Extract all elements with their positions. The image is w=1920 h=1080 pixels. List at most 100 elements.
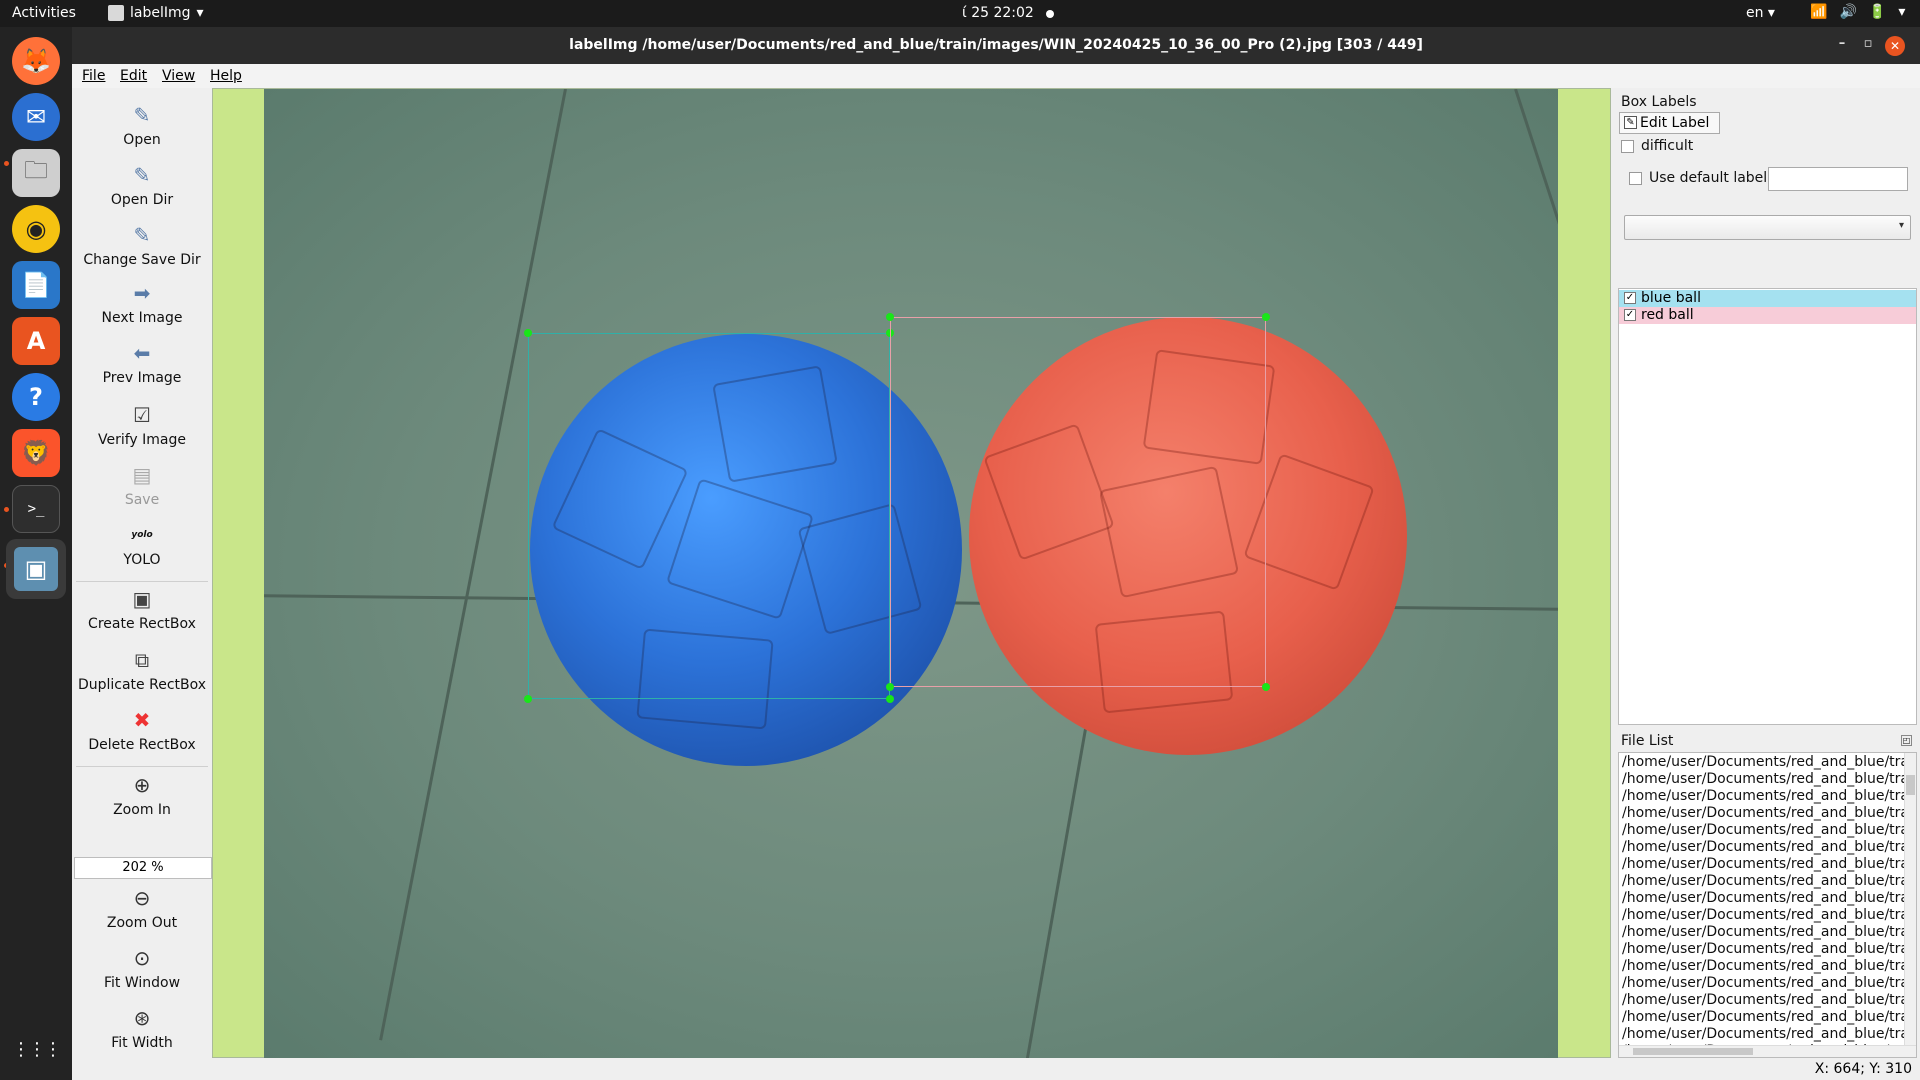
menu-file[interactable]: File [82,68,105,84]
zoom-out-button[interactable]: ⊖ Zoom Out [72,885,212,931]
bbox-red-ball[interactable] [890,317,1266,687]
float-dock-icon[interactable]: ◰ [1901,735,1912,746]
file-list-item[interactable]: /home/user/Documents/red_and_blue/trai [1622,805,1912,822]
title-bar[interactable]: labelImg /home/user/Documents/red_and_bl… [72,27,1920,64]
file-list-item[interactable]: /home/user/Documents/red_and_blue/trai [1622,941,1912,958]
delete-rectbox-button[interactable]: ✖ Delete RectBox [72,707,212,753]
image-canvas[interactable] [212,88,1611,1058]
app-menu[interactable]: labelImg ▾ [108,5,204,21]
close-icon[interactable]: ✕ [1885,36,1905,56]
folder-open-icon: ✎ [133,223,151,247]
file-list[interactable]: /home/user/Documents/red_and_blue/trai/h… [1618,752,1917,1058]
file-list-item[interactable]: /home/user/Documents/red_and_blue/trai [1622,975,1912,992]
terminal-icon[interactable]: >_ [12,485,60,533]
horizontal-scrollbar[interactable] [1619,1045,1916,1057]
file-list-item[interactable]: /home/user/Documents/red_and_blue/trai [1622,1026,1912,1043]
zoom-spinbox[interactable]: 202 % [74,857,212,879]
rhythmbox-icon[interactable]: ◉ [12,205,60,253]
menu-help[interactable]: Help [210,68,242,84]
menu-view[interactable]: View [162,68,195,84]
fit-width-button[interactable]: ⊛ Fit Width [72,1005,212,1051]
window-title: labelImg /home/user/Documents/red_and_bl… [569,37,1423,53]
show-apps-grid-icon[interactable]: ⋮⋮⋮ [12,1025,62,1073]
file-list-item[interactable]: /home/user/Documents/red_and_blue/trai [1622,788,1912,805]
label-list[interactable]: ✓ blue ball ✓ red ball [1618,288,1917,725]
change-save-dir-button[interactable]: ✎ Change Save Dir [72,222,212,268]
format-yolo-button[interactable]: yolo YOLO [72,522,212,568]
fit-window-icon: ⊙ [133,946,151,970]
zoom-in-icon: ⊕ [133,773,151,797]
open-button[interactable]: ✎ Open [72,102,212,148]
software-icon[interactable]: A [12,317,60,365]
minimize-icon[interactable]: – [1832,36,1852,56]
bbox-handle[interactable] [524,329,532,337]
vertical-scrollbar[interactable] [1904,753,1916,1045]
scrollbar-thumb[interactable] [1906,775,1915,795]
label-combobox[interactable]: ▾ [1624,215,1911,240]
floor-tile-seam [1024,728,1087,1058]
chevron-down-icon: ▾ [1898,220,1904,231]
bbox-handle[interactable] [524,695,532,703]
labelimg-app-icon [108,5,124,21]
system-tray[interactable]: 📶 🔊 🔋 ▾ [1810,4,1905,20]
firefox-icon[interactable]: 🦊 [12,37,60,85]
file-list-item[interactable]: /home/user/Documents/red_and_blue/trai [1622,1009,1912,1026]
open-dir-button[interactable]: ✎ Open Dir [72,162,212,208]
zoom-in-button[interactable]: ⊕ Zoom In [72,772,212,818]
edit-label-button[interactable]: ✎ Edit Label [1619,112,1720,134]
file-list-item[interactable]: /home/user/Documents/red_and_blue/trai [1622,839,1912,856]
checkbox-checked-icon[interactable]: ✓ [1624,292,1636,304]
gnome-top-bar: Activities labelImg ▾ ί 25 22:02 en ▾ 📶 … [0,0,1920,27]
box-labels-title: Box Labels [1621,94,1697,110]
file-list-item[interactable]: /home/user/Documents/red_and_blue/trai [1622,958,1912,975]
prev-image-button[interactable]: ⬅ Prev Image [72,340,212,386]
file-list-item[interactable]: /home/user/Documents/red_and_blue/trai [1622,890,1912,907]
language-selector[interactable]: en ▾ [1746,5,1775,21]
checkbox-checked-icon[interactable]: ✓ [1624,309,1636,321]
duplicate-rectbox-button[interactable]: ⧉ Duplicate RectBox [72,647,212,693]
file-list-item[interactable]: /home/user/Documents/red_and_blue/trai [1622,822,1912,839]
verify-image-button[interactable]: ☑ Verify Image [72,402,212,448]
file-list-title: File List [1621,733,1674,749]
arrow-left-icon: ⬅ [133,341,151,365]
fit-window-button[interactable]: ⊙ Fit Window [72,945,212,991]
use-default-label-checkbox[interactable] [1629,172,1642,185]
file-list-item[interactable]: /home/user/Documents/red_and_blue/trai [1622,924,1912,941]
bbox-handle[interactable] [886,313,894,321]
difficult-checkbox[interactable] [1621,140,1634,153]
save-button[interactable]: ▤ Save [72,462,212,508]
yolo-icon: yolo [131,530,153,540]
label-item-blue-ball[interactable]: ✓ blue ball [1619,290,1916,307]
maximize-icon[interactable]: ▫ [1858,36,1878,56]
activities-button[interactable]: Activities [12,5,76,21]
scrollbar-thumb[interactable] [1633,1048,1753,1055]
file-list-item[interactable]: /home/user/Documents/red_and_blue/trai [1622,754,1912,771]
bbox-handle[interactable] [886,683,894,691]
label-item-red-ball[interactable]: ✓ red ball [1619,307,1916,324]
writer-icon[interactable]: 📄 [12,261,60,309]
bbox-handle[interactable] [886,695,894,703]
labelimg-dock-icon[interactable]: ▣ [6,539,66,599]
next-image-button[interactable]: ➡ Next Image [72,280,212,326]
brave-icon[interactable]: 🦁 [12,429,60,477]
files-icon[interactable]: 🗀 [12,149,60,197]
default-label-input[interactable] [1768,167,1908,191]
file-list-item[interactable]: /home/user/Documents/red_and_blue/trai [1622,771,1912,788]
thunderbird-icon[interactable]: ✉ [12,93,60,141]
help-icon[interactable]: ? [12,373,60,421]
clock[interactable]: ί 25 22:02 [962,5,1034,21]
annotated-photo[interactable] [264,89,1558,1058]
file-list-item[interactable]: /home/user/Documents/red_and_blue/trai [1622,873,1912,890]
file-list-item[interactable]: /home/user/Documents/red_and_blue/trai [1622,856,1912,873]
file-list-item[interactable]: /home/user/Documents/red_and_blue/trai [1622,907,1912,924]
menu-edit[interactable]: Edit [120,68,147,84]
toolbar: ✎ Open ✎ Open Dir ✎ Change Save Dir ➡ Ne… [72,88,212,1058]
bbox-handle[interactable] [1262,313,1270,321]
create-rectbox-button[interactable]: ▣ Create RectBox [72,586,212,632]
bbox-handle[interactable] [1262,683,1270,691]
file-list-item[interactable]: /home/user/Documents/red_and_blue/trai [1622,992,1912,1009]
bbox-blue-ball[interactable] [528,333,890,699]
toolbar-separator [76,766,208,767]
floor-tile-seam [1514,89,1558,318]
labelimg-window: labelImg /home/user/Documents/red_and_bl… [72,27,1920,1080]
